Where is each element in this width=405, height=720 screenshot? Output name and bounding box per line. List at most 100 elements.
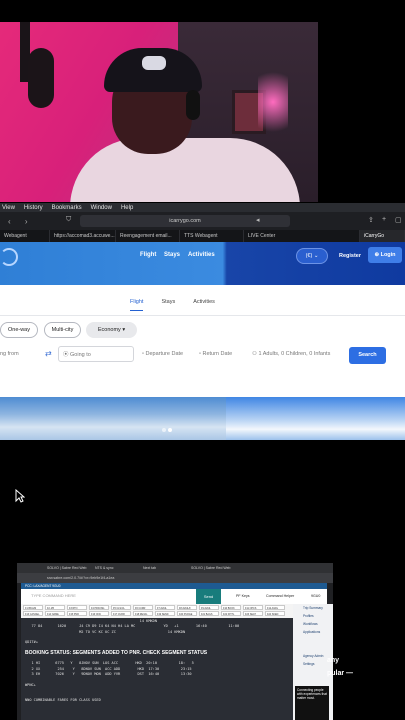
function-key[interactable]: F15 PNR xyxy=(67,611,87,616)
tab-reengagement[interactable]: Reengagement email... xyxy=(116,230,180,242)
one-way-toggle[interactable]: One-way xyxy=(0,322,38,338)
menu-window[interactable]: Window xyxy=(91,205,112,211)
function-key[interactable]: F2 J/B xyxy=(45,605,65,610)
function-key[interactable]: F20 PURGE xyxy=(177,611,197,616)
function-key[interactable]: F17 CURR xyxy=(111,611,131,616)
function-key[interactable]: F19 SEND xyxy=(155,611,175,616)
terminal-output: 14 KMKDN 77 84 1620 J4 C9 D9 I4 K4 N4 H4… xyxy=(21,618,293,720)
tab-live-center[interactable]: LIVE Center xyxy=(244,230,360,242)
function-keys: F1 BKG/M F2 J/B F3 RTN F4 PRICING F5 CLS/CL F… xyxy=(21,604,293,618)
back-forward-icons[interactable]: ‹ › xyxy=(8,217,34,226)
search-panel: Flight Stays Activities One-way Multi-ci… xyxy=(0,285,405,397)
menu-bar: View History Bookmarks Window Help xyxy=(0,203,405,212)
destination-field[interactable]: ⦿ Going to xyxy=(58,346,134,362)
currency-selector[interactable]: (€) ⌄ xyxy=(296,248,328,264)
function-key[interactable]: F7 AVAIL xyxy=(155,605,175,610)
tab-flight[interactable]: Flight xyxy=(130,299,144,311)
microphone xyxy=(28,48,54,108)
tab-accuwe[interactable]: https://accomad3.accuwe... xyxy=(50,230,116,242)
ad-banner[interactable]: Connecting people with experiences that … xyxy=(295,686,329,720)
screen: { "menubar": { "items": ["View", "Histor… xyxy=(0,0,405,720)
product-tabs: Flight Stays Activities xyxy=(130,299,215,311)
menu-help[interactable]: Help xyxy=(121,205,133,211)
pf-keys-button[interactable]: PF Keys xyxy=(236,594,250,598)
sidebar-item-trip-summary[interactable]: Trip Summary xyxy=(293,604,333,612)
tab-bar: Webagent https://accomad3.accuwe... Reen… xyxy=(0,230,405,242)
function-key[interactable]: F10 BOOK xyxy=(221,605,241,610)
webcam-feed xyxy=(0,22,318,202)
share-icon[interactable]: ⇪ xyxy=(368,216,374,224)
return-label: Return Date xyxy=(202,351,233,357)
sidebar-item-workflows[interactable]: Workflows xyxy=(293,620,333,628)
site-logo-icon[interactable] xyxy=(0,248,18,266)
site-header: Flight Stays Activities (€) ⌄ Register ⊕… xyxy=(0,242,405,285)
travellers-label: 1 Adults, 0 Children, 0 Infants xyxy=(258,351,331,357)
function-key[interactable]: F3 RTN xyxy=(67,605,87,610)
tab-webagent[interactable]: Webagent xyxy=(0,230,50,242)
shield-icon[interactable]: ⛉ xyxy=(66,216,71,224)
function-key[interactable]: F24 SKED xyxy=(265,611,285,616)
function-key[interactable]: F5 CLS/CL xyxy=(111,605,131,610)
sidebar-item-profiles[interactable]: Profiles xyxy=(293,612,333,620)
function-key[interactable]: F13 CANCEL xyxy=(23,611,43,616)
menu-view[interactable]: View xyxy=(2,205,15,211)
function-key[interactable]: F16 ONC xyxy=(89,611,109,616)
register-link[interactable]: Register xyxy=(339,253,361,259)
inner-address-bar[interactable]: srw.sabre.com/2.0.7/#/?xr=9eb9e1f4-a1ea xyxy=(17,573,333,583)
tab-icarrygo[interactable]: iCarryGo xyxy=(360,230,405,242)
nav-stays[interactable]: Stays xyxy=(164,252,180,258)
travellers-field[interactable]: ⚇ 1 Adults, 0 Children, 0 Infants xyxy=(252,346,346,362)
departure-label: Departure Date xyxy=(145,351,184,357)
cloud-banner xyxy=(0,397,405,440)
currency-label: (€) xyxy=(305,253,313,259)
login-button[interactable]: ⊕ Login xyxy=(368,247,402,263)
return-date-field[interactable]: ▫ Return Date xyxy=(199,346,245,362)
function-key[interactable]: F1 BKG/M xyxy=(23,605,43,610)
neon-lamp xyxy=(258,62,288,142)
browser-toolbar: ‹ › ⛉ icarrygo.com ◂ ⇪ + ▢ xyxy=(0,212,405,230)
function-key[interactable]: F22 FP/TL xyxy=(221,611,241,616)
function-key[interactable]: F11 QPCS xyxy=(243,605,263,610)
tab-overview-icon[interactable]: ▢ xyxy=(395,216,402,224)
multi-city-toggle[interactable]: Multi-city xyxy=(44,322,81,338)
function-key[interactable]: F21 BAGS xyxy=(199,611,219,616)
nav-flight[interactable]: Flight xyxy=(140,252,156,258)
search-button[interactable]: Search xyxy=(349,347,386,364)
function-key[interactable]: F9 AVAIL xyxy=(199,605,219,610)
function-key[interactable]: F4 PRICING xyxy=(89,605,109,610)
new-tab-icon[interactable]: + xyxy=(382,216,386,223)
function-key[interactable]: F12 AVAIL xyxy=(265,605,285,610)
origin-field[interactable]: ng from xyxy=(0,346,42,362)
menu-bookmarks[interactable]: Bookmarks xyxy=(52,205,82,211)
function-key[interactable]: F8 AVAIL/F xyxy=(177,605,197,610)
overlay-caption-line2: pular — xyxy=(327,670,354,677)
tab-stays[interactable]: Stays xyxy=(161,299,175,311)
carousel-dot-active[interactable] xyxy=(168,428,172,432)
function-key[interactable]: F14 NAME xyxy=(45,611,65,616)
menu-history[interactable]: History xyxy=(24,205,43,211)
departure-date-field[interactable]: ▫ Departure Date xyxy=(142,346,196,362)
command-bar: TYPE COMMAND HERE Send PF Keys Command H… xyxy=(21,589,327,604)
cabin-select[interactable]: Economy ▾ xyxy=(86,322,137,338)
command-helper-button[interactable]: Command Helper xyxy=(266,594,294,598)
divider xyxy=(0,315,405,316)
function-key[interactable]: F18 REVAL xyxy=(133,611,153,616)
inner-tab[interactable]: SOLVO | Sabre Red Web xyxy=(45,563,93,573)
send-button[interactable]: Send xyxy=(196,589,221,604)
inner-tab[interactable]: SOLVO | Sabre Red Web xyxy=(189,563,237,573)
terminal-line: NNO COMBINABLE FARES FOR CLASS USED xyxy=(25,698,101,703)
nav-activities[interactable]: Activities xyxy=(188,252,215,258)
destination-placeholder: Going to xyxy=(70,352,91,358)
sidebar-item-applications[interactable]: Applications xyxy=(293,628,333,636)
inner-tab[interactable]: NTS & sync xyxy=(93,563,141,573)
function-key[interactable]: F23 SEAT xyxy=(243,611,263,616)
pcc-label: 9GU0 xyxy=(311,594,321,598)
speaker-icon[interactable]: ◂ xyxy=(256,216,260,224)
inner-tab[interactable]: Next tab xyxy=(141,563,189,573)
tab-activities[interactable]: Activities xyxy=(193,299,215,311)
swap-icon[interactable]: ⇄ xyxy=(45,349,52,358)
command-input[interactable]: TYPE COMMAND HERE xyxy=(31,593,76,598)
carousel-dot[interactable] xyxy=(162,428,166,432)
function-key[interactable]: F6 CURR xyxy=(133,605,153,610)
tab-tts-webagent[interactable]: TTS Webagent xyxy=(180,230,244,242)
